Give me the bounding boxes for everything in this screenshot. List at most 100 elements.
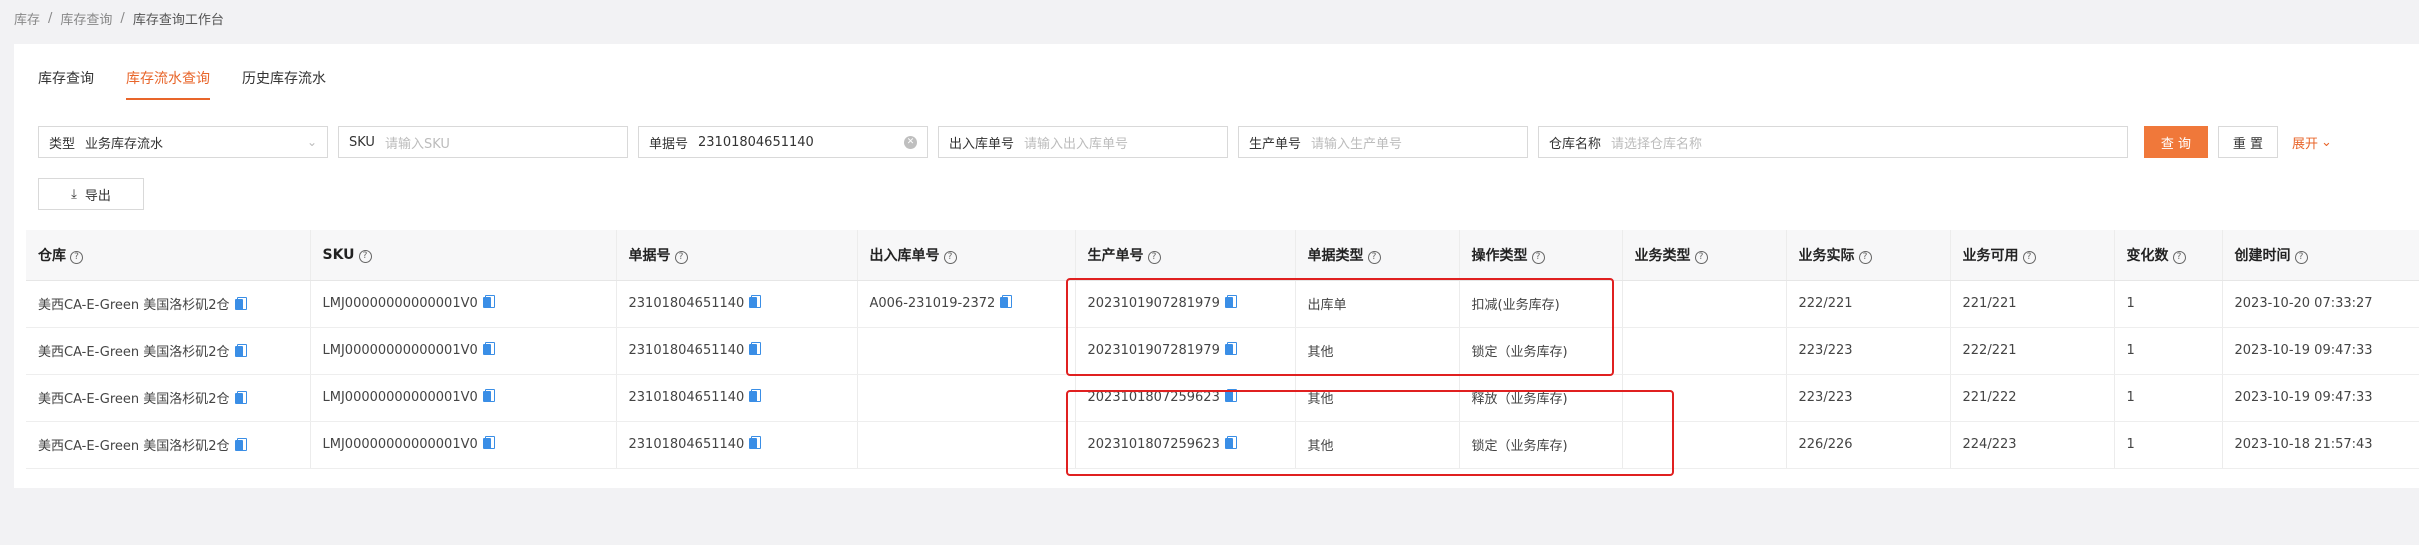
warehouse-select[interactable]: 仓库名称 请选择仓库名称: [1538, 126, 2128, 158]
cell-doc-type: 出库单: [1295, 280, 1460, 328]
cell-biz-available: 222/221: [1950, 327, 2115, 375]
sku-field-label: SKU: [349, 134, 375, 150]
table-row: 美西CA-E-Green 美国洛杉矶2仓 LMJ00000000000001V0…: [26, 374, 2419, 422]
sku-field-placeholder: 请输入SKU: [384, 136, 450, 152]
cell-op-type: 释放（业务库存): [1459, 374, 1623, 422]
copy-icon[interactable]: [749, 436, 762, 449]
clear-icon[interactable]: ✕: [904, 135, 917, 149]
doc-no-field-label: 单据号: [649, 136, 689, 152]
cell-biz-available: 224/223: [1950, 421, 2115, 469]
cell-change-count: 1: [2114, 421, 2223, 469]
copy-icon[interactable]: [1224, 295, 1237, 308]
table-header-row: 仓库? SKU? 单据号? 出入库单号? 生产单号? 单据类型? 操作类型? 业…: [26, 230, 2419, 281]
cell-biz-available: 221/221: [1950, 280, 2115, 328]
copy-icon[interactable]: [234, 438, 247, 451]
cell-doc-no: 23101804651140: [616, 280, 858, 328]
copy-icon[interactable]: [482, 436, 495, 449]
copy-icon[interactable]: [234, 391, 247, 404]
cell-biz-type: [1622, 374, 1787, 422]
cell-biz-actual: 223/223: [1786, 327, 1951, 375]
production-no-field-placeholder: 请输入生产单号: [1311, 136, 1403, 152]
cell-biz-type: [1622, 421, 1787, 469]
col-header-sku: SKU?: [310, 230, 617, 281]
cell-doc-type: 其他: [1295, 327, 1460, 375]
cell-sku: LMJ00000000000001V0: [310, 327, 617, 375]
cell-biz-actual: 222/221: [1786, 280, 1951, 328]
cell-doc-no: 23101804651140: [616, 374, 858, 422]
cell-change-count: 1: [2114, 374, 2223, 422]
type-select-label: 类型: [49, 136, 76, 152]
help-icon: ?: [1858, 250, 1872, 264]
cell-production-no: 2023101907281979: [1075, 327, 1296, 375]
copy-icon[interactable]: [1224, 342, 1237, 355]
cell-created-time: 2023-10-19 09:47:33: [2222, 374, 2419, 422]
copy-icon[interactable]: [234, 297, 247, 310]
help-icon: ?: [1367, 250, 1381, 264]
cell-sku: LMJ00000000000001V0: [310, 374, 617, 422]
export-button[interactable]: ⤓ 导出: [38, 178, 144, 210]
cell-created-time: 2023-10-20 07:33:27: [2222, 280, 2419, 328]
copy-icon[interactable]: [1000, 295, 1013, 308]
inout-no-field[interactable]: 出入库单号 请输入出入库单号: [938, 126, 1228, 158]
type-select[interactable]: 类型 业务库存流水 ⌄: [38, 126, 328, 158]
col-header-doc-type: 单据类型?: [1295, 230, 1460, 281]
reset-button[interactable]: 重 置: [2218, 126, 2278, 158]
warehouse-select-label: 仓库名称: [1549, 136, 1602, 152]
cell-change-count: 1: [2114, 280, 2223, 328]
cell-warehouse: 美西CA-E-Green 美国洛杉矶2仓: [26, 280, 311, 328]
copy-icon[interactable]: [482, 389, 495, 402]
help-icon: ?: [70, 250, 83, 264]
col-header-doc-no: 单据号?: [616, 230, 858, 281]
cell-production-no: 2023101807259623: [1075, 374, 1296, 422]
cell-created-time: 2023-10-19 09:47:33: [2222, 327, 2419, 375]
cell-change-count: 1: [2114, 327, 2223, 375]
cell-inout-no: [857, 374, 1076, 422]
cell-doc-type: 其他: [1295, 421, 1460, 469]
table-row: 美西CA-E-Green 美国洛杉矶2仓 LMJ00000000000001V0…: [26, 421, 2419, 469]
expand-label: 展开: [2292, 136, 2319, 152]
cell-production-no: 2023101907281979: [1075, 280, 1296, 328]
copy-icon[interactable]: [1224, 389, 1237, 402]
cell-sku: LMJ00000000000001V0: [310, 280, 617, 328]
breadcrumb-item-inventory[interactable]: 库存: [14, 9, 40, 28]
col-header-biz-available: 业务可用?: [1950, 230, 2115, 281]
warehouse-select-placeholder: 请选择仓库名称: [1611, 136, 1703, 152]
tab-bar: 库存查询 库存流水查询 历史库存流水: [38, 68, 326, 100]
table-row: 美西CA-E-Green 美国洛杉矶2仓 LMJ00000000000001V0…: [26, 280, 2419, 328]
cell-op-type: 扣减(业务库存): [1459, 280, 1623, 328]
breadcrumb-separator: /: [48, 11, 53, 26]
tab-history-flow[interactable]: 历史库存流水: [242, 68, 326, 100]
help-icon: ?: [1531, 250, 1545, 264]
breadcrumb: 库存 / 库存查询 / 库存查询工作台: [14, 9, 224, 28]
cell-inout-no: [857, 327, 1076, 375]
tab-inventory-flow-query[interactable]: 库存流水查询: [126, 68, 210, 100]
sku-field[interactable]: SKU 请输入SKU: [338, 126, 628, 158]
cell-warehouse: 美西CA-E-Green 美国洛杉矶2仓: [26, 374, 311, 422]
copy-icon[interactable]: [1224, 436, 1237, 449]
copy-icon[interactable]: [234, 344, 247, 357]
copy-icon[interactable]: [482, 295, 495, 308]
copy-icon[interactable]: [749, 295, 762, 308]
cell-sku: LMJ00000000000001V0: [310, 421, 617, 469]
query-button[interactable]: 查 询: [2144, 126, 2208, 158]
doc-no-field[interactable]: 单据号 23101804651140 ✕: [638, 126, 928, 158]
inout-no-field-label: 出入库单号: [949, 136, 1015, 152]
expand-button[interactable]: 展开 ⌄: [2284, 126, 2340, 158]
inout-no-field-placeholder: 请输入出入库单号: [1024, 136, 1129, 152]
copy-icon[interactable]: [482, 342, 495, 355]
col-header-change-count: 变化数?: [2114, 230, 2223, 281]
chevron-down-icon: ⌄: [306, 135, 317, 149]
breadcrumb-item-inventory-query[interactable]: 库存查询: [60, 9, 112, 28]
col-header-warehouse: 仓库?: [26, 230, 311, 281]
cell-biz-type: [1622, 280, 1787, 328]
cell-op-type: 锁定（业务库存): [1459, 421, 1623, 469]
cell-biz-actual: 226/226: [1786, 421, 1951, 469]
copy-icon[interactable]: [749, 389, 762, 402]
production-no-field[interactable]: 生产单号 请输入生产单号: [1238, 126, 1528, 158]
doc-no-field-value: 23101804651140: [698, 134, 814, 150]
flow-table: 仓库? SKU? 单据号? 出入库单号? 生产单号? 单据类型? 操作类型? 业…: [26, 230, 2419, 474]
copy-icon[interactable]: [749, 342, 762, 355]
col-header-op-type: 操作类型?: [1459, 230, 1623, 281]
chevron-down-icon: ⌄: [2321, 134, 2332, 150]
tab-inventory-query[interactable]: 库存查询: [38, 68, 94, 100]
